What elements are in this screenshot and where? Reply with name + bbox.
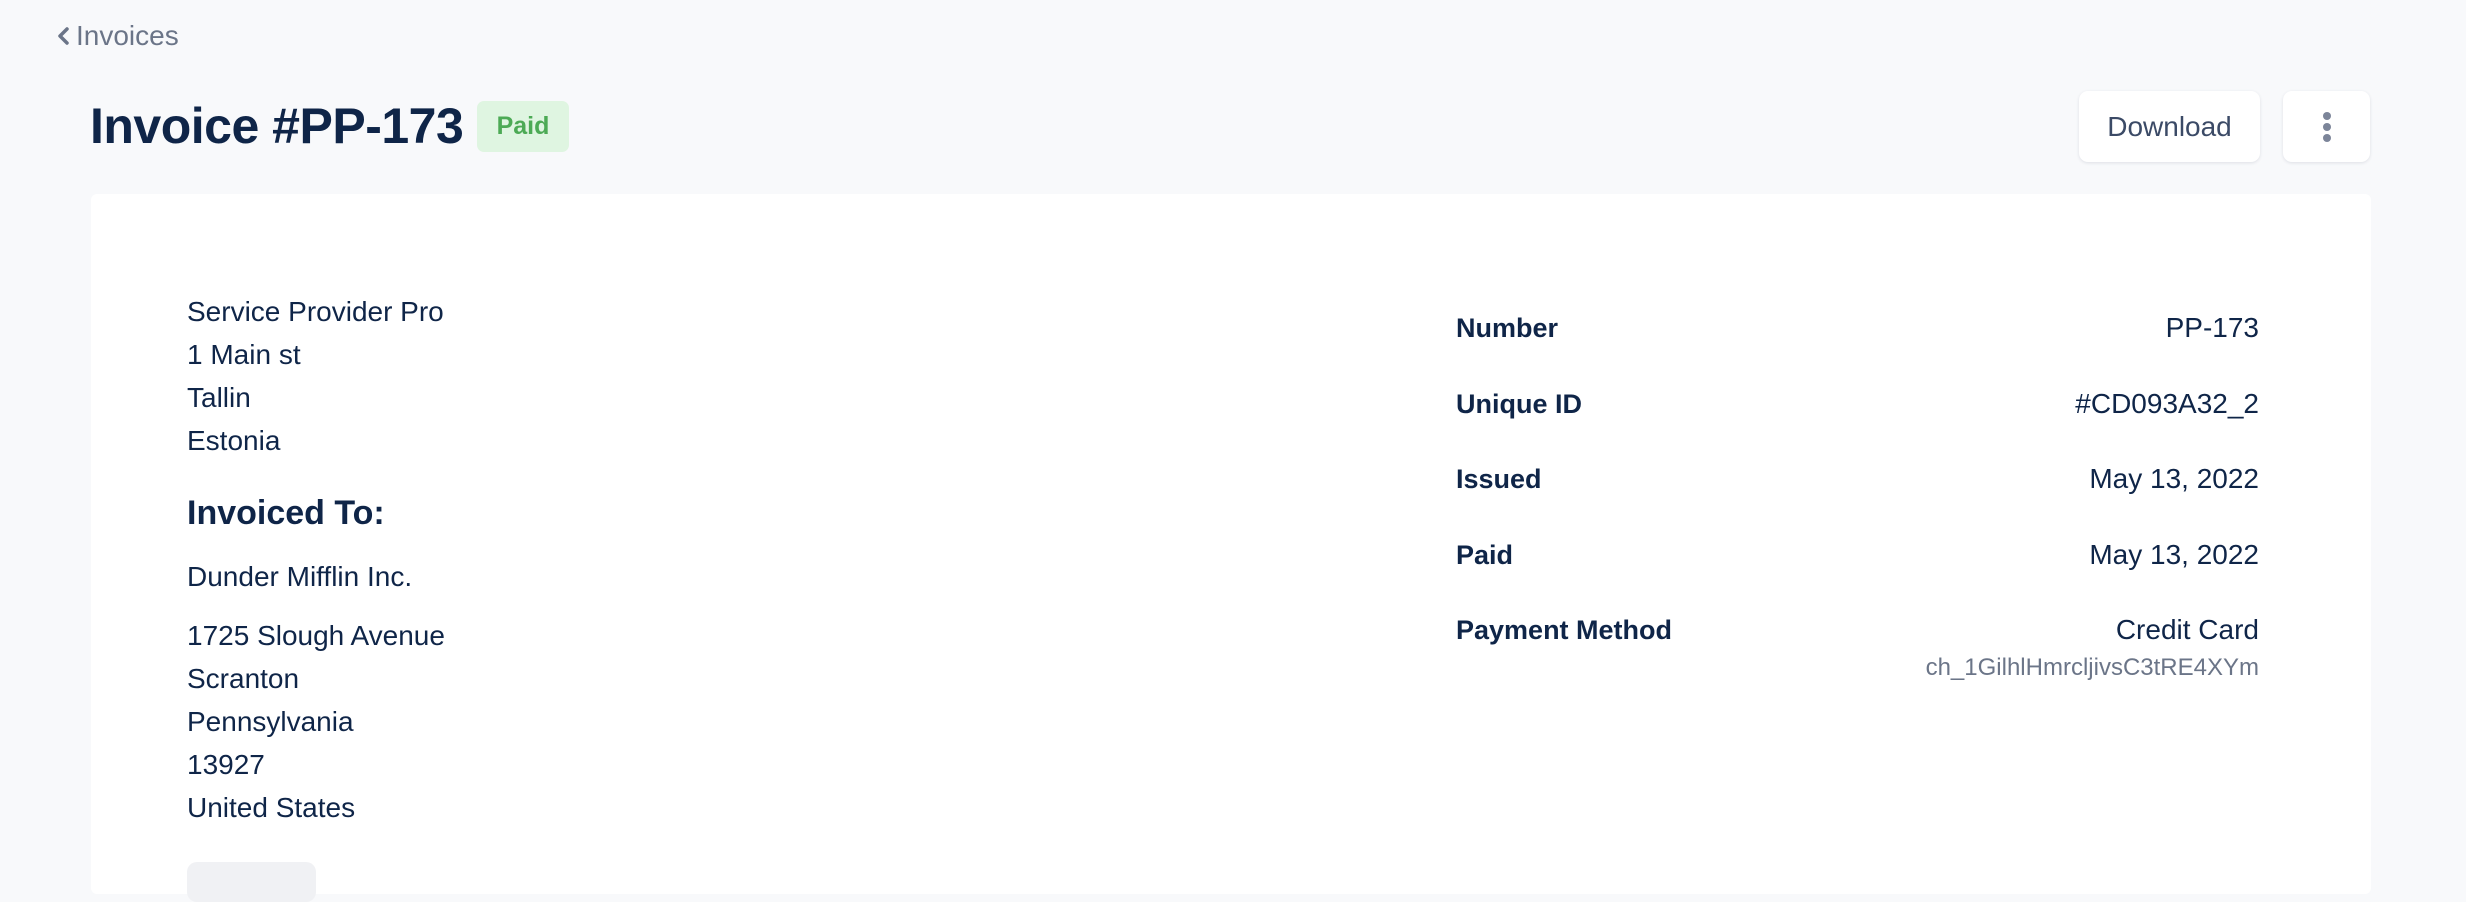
detail-row-paid: Paid May 13, 2022 (1456, 534, 2259, 610)
client-state: Pennsylvania (187, 706, 354, 737)
detail-value: PP-173 (2165, 312, 2259, 343)
client-city: Scranton (187, 663, 300, 694)
client-street: 1725 Slough Avenue (187, 620, 445, 651)
detail-label: Number (1456, 313, 1559, 343)
sender-country: Estonia (187, 425, 281, 456)
detail-row-number: Number PP-173 (1456, 307, 2259, 383)
detail-label: Paid (1456, 539, 1514, 570)
detail-row-unique-id: Unique ID #CD093A32_2 (1456, 383, 2259, 459)
sender-address: Service Provider Pro 1 Main st Tallin Es… (187, 290, 444, 462)
detail-row-payment-method: Payment Method Credit Card ch_1GilhlHmrc… (1456, 609, 2259, 685)
chevron-left-icon (58, 27, 69, 45)
back-to-invoices-link[interactable]: Invoices (56, 20, 179, 52)
more-options-button[interactable] (2283, 91, 2370, 162)
detail-label: Payment Method (1456, 615, 1673, 645)
invoice-card: Service Provider Pro 1 Main st Tallin Es… (91, 194, 2371, 902)
detail-row-issued: Issued May 13, 2022 (1456, 458, 2259, 534)
status-badge: Paid (477, 101, 569, 152)
client-country: United States (187, 792, 356, 823)
detail-label: Unique ID (1456, 388, 1582, 419)
download-button[interactable]: Download (2079, 91, 2260, 162)
page-title: Invoice #PP-173 (90, 98, 464, 154)
more-vertical-icon (2322, 111, 2331, 142)
partially-visible-element (187, 862, 316, 902)
invoiced-to-heading: Invoiced To: (187, 494, 385, 532)
invoice-details: Number PP-173 Unique ID #CD093A32_2 Issu… (1456, 307, 2259, 685)
detail-value: May 13, 2022 (2089, 463, 2259, 494)
sender-name: Service Provider Pro (187, 296, 444, 327)
charge-id: ch_1GilhlHmrcljivsC3tRE4XYm (1925, 654, 2259, 681)
detail-value: May 13, 2022 (2089, 538, 2259, 570)
sender-street: 1 Main st (187, 339, 301, 370)
sender-city: Tallin (187, 382, 251, 413)
detail-value: #CD093A32_2 (2075, 387, 2259, 419)
detail-label: Issued (1456, 464, 1542, 494)
client-zip: 13927 (187, 749, 265, 780)
client-name: Dunder Mifflin Inc. (187, 561, 413, 592)
back-link-label: Invoices (76, 20, 179, 51)
client-address: 1725 Slough Avenue Scranton Pennsylvania… (187, 614, 445, 829)
detail-value: Credit Card (2115, 614, 2259, 645)
